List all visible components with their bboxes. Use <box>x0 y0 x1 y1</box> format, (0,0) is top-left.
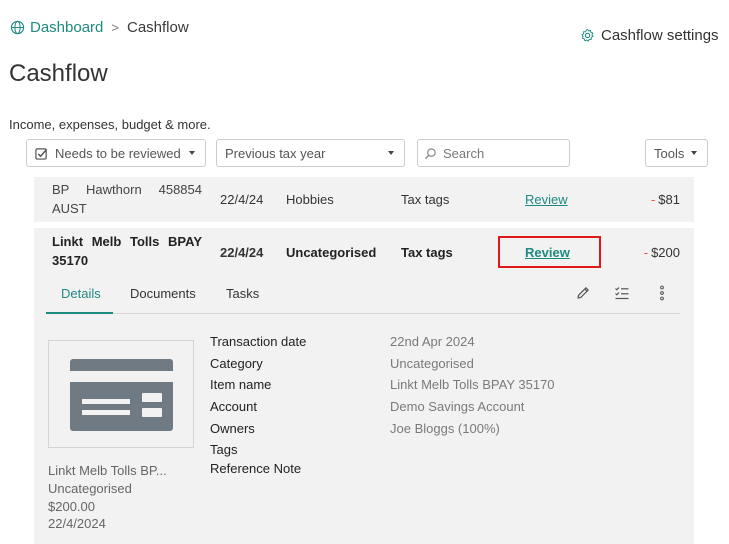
review-status-value: Needs to be reviewed <box>55 145 181 161</box>
table-row-expanded: Linkt Melb Tolls BPAY 35170 22/4/24 Unca… <box>34 228 694 544</box>
tab-details[interactable]: Details <box>61 286 101 301</box>
field-label-category: Category <box>210 356 263 371</box>
field-label-tags: Tags <box>210 442 238 457</box>
gear-icon <box>581 28 594 42</box>
card-date: 22/4/2024 <box>48 516 106 531</box>
period-value: Previous tax year <box>225 145 326 161</box>
transaction-tax-tags[interactable]: Tax tags <box>401 245 453 260</box>
negative-sign: - <box>643 245 649 260</box>
search-icon <box>424 147 436 159</box>
table-row[interactable]: BP Hawthorn 458854 AUST 22/4/24 Hobbies … <box>34 177 694 222</box>
transaction-description: BP Hawthorn 458854 AUST <box>52 182 202 216</box>
card-amount: $200.00 <box>48 499 95 514</box>
field-value-account: Demo Savings Account <box>390 399 525 414</box>
chevron-down-icon <box>691 151 697 155</box>
field-label-transaction-date: Transaction date <box>210 334 307 349</box>
detail-tabs: Details Documents Tasks <box>46 285 680 314</box>
transaction-amount: - $200 <box>644 245 680 260</box>
transaction-date: 22/4/24 <box>220 192 264 207</box>
breadcrumb-dashboard-link[interactable]: Dashboard <box>30 19 103 36</box>
transaction-thumbnail <box>48 340 194 448</box>
card-name: Linkt Melb Tolls BP... <box>48 463 167 478</box>
transaction-description: Linkt Melb Tolls BPAY 35170 <box>52 234 202 268</box>
search-placeholder: Search <box>443 145 485 161</box>
breadcrumb-current: Cashflow <box>126 19 189 36</box>
globe-icon <box>10 20 25 35</box>
review-status-dropdown[interactable]: Needs to be reviewed <box>26 139 206 167</box>
tab-tasks[interactable]: Tasks <box>226 286 259 301</box>
page-subtitle: Income, expenses, budget & more. <box>9 117 211 132</box>
review-link[interactable]: Review <box>525 192 568 207</box>
chevron-down-icon <box>189 151 195 155</box>
field-label-item-name: Item name <box>210 377 272 392</box>
transaction-category[interactable]: Hobbies <box>286 192 334 207</box>
card-category: Uncategorised <box>48 481 132 496</box>
pencil-icon[interactable] <box>575 285 591 301</box>
checklist-icon[interactable] <box>614 285 630 301</box>
cashflow-settings-link[interactable]: Cashflow settings <box>580 27 719 44</box>
transaction-category[interactable]: Uncategorised <box>286 245 376 260</box>
transaction-amount: - $81 <box>651 192 680 207</box>
field-label-account: Account <box>210 399 257 414</box>
breadcrumb-separator: > <box>111 20 119 35</box>
active-tab-indicator <box>46 312 113 314</box>
field-value-category: Uncategorised <box>390 356 474 371</box>
card-icon <box>70 359 173 431</box>
more-vertical-icon[interactable] <box>654 285 670 301</box>
negative-sign: - <box>650 192 656 207</box>
breadcrumb: Dashboard > Cashflow <box>10 19 189 36</box>
search-input[interactable]: Search <box>417 139 570 167</box>
cashflow-settings-label: Cashflow settings <box>601 27 719 44</box>
field-label-owners: Owners <box>210 421 255 436</box>
tools-label: Tools <box>654 145 685 161</box>
page-title: Cashflow <box>9 60 108 87</box>
transaction-tax-tags[interactable]: Tax tags <box>401 192 449 207</box>
field-value-item-name: Linkt Melb Tolls BPAY 35170 <box>390 377 555 392</box>
tools-dropdown[interactable]: Tools <box>645 139 708 167</box>
field-value-owners: Joe Bloggs (100%) <box>390 421 500 436</box>
amount-value: $200 <box>651 245 680 260</box>
field-value-transaction-date: 22nd Apr 2024 <box>390 334 475 349</box>
review-highlight-box <box>498 236 601 268</box>
tab-documents[interactable]: Documents <box>130 286 196 301</box>
field-label-reference-note: Reference Note <box>210 461 302 476</box>
chevron-down-icon <box>388 151 394 155</box>
period-dropdown[interactable]: Previous tax year <box>216 139 405 167</box>
amount-value: $81 <box>658 192 680 207</box>
transaction-date: 22/4/24 <box>220 245 264 260</box>
checkbox-icon <box>35 147 48 160</box>
